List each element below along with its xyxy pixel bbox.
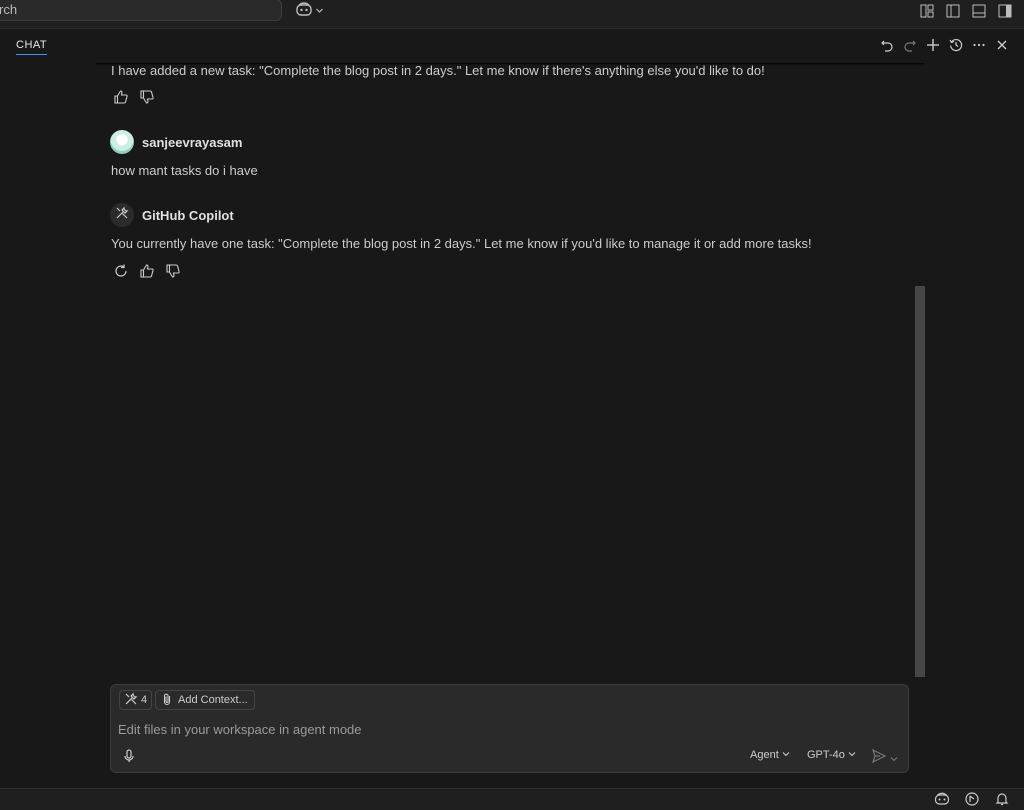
title-bar: rch bbox=[0, 0, 1024, 29]
history-icon[interactable] bbox=[948, 36, 964, 54]
chat-input-box: 4 Add Context... Edit files in your work… bbox=[110, 684, 909, 773]
scrollbar[interactable] bbox=[915, 286, 925, 677]
send-button[interactable] bbox=[871, 748, 898, 769]
mode-label: Agent bbox=[750, 749, 779, 761]
message-actions bbox=[113, 263, 181, 279]
accounts-sync-icon[interactable] bbox=[964, 791, 980, 807]
tools-button[interactable]: 4 bbox=[119, 690, 153, 710]
customize-layout-icon[interactable] bbox=[918, 3, 936, 19]
copilot-avatar bbox=[110, 203, 134, 227]
chevron-down-icon bbox=[315, 2, 324, 20]
author-name: sanjeevrayasam bbox=[142, 134, 243, 150]
assistant-message-text: I have added a new task: "Complete the b… bbox=[111, 63, 765, 78]
user-message-header: sanjeevrayasam bbox=[110, 130, 242, 154]
model-label: GPT-4o bbox=[807, 749, 845, 761]
tools-icon bbox=[124, 692, 138, 709]
copilot-menu-button[interactable] bbox=[295, 1, 324, 22]
chevron-down-icon bbox=[782, 749, 790, 761]
copilot-icon[interactable] bbox=[934, 791, 950, 807]
bell-icon[interactable] bbox=[994, 791, 1010, 807]
new-chat-icon[interactable] bbox=[925, 36, 941, 54]
command-center-search[interactable]: rch bbox=[0, 0, 282, 21]
add-context-label: Add Context... bbox=[178, 694, 248, 706]
microphone-icon[interactable] bbox=[121, 748, 137, 764]
mode-selector[interactable]: Agent bbox=[750, 749, 790, 761]
chat-header: CHAT bbox=[0, 30, 1024, 64]
thumbs-up-icon[interactable] bbox=[113, 89, 129, 105]
assistant-message-header: GitHub Copilot bbox=[110, 203, 234, 227]
thumbs-up-icon[interactable] bbox=[139, 263, 155, 279]
thumbs-down-icon[interactable] bbox=[139, 89, 155, 105]
model-selector[interactable]: GPT-4o bbox=[807, 749, 856, 761]
undo-icon[interactable] bbox=[879, 36, 895, 54]
thumbs-down-icon[interactable] bbox=[165, 263, 181, 279]
chevron-down-icon bbox=[848, 749, 856, 761]
redo-icon[interactable] bbox=[902, 36, 918, 54]
chat-input-placeholder[interactable]: Edit files in your workspace in agent mo… bbox=[118, 722, 362, 737]
status-bar bbox=[0, 788, 1024, 810]
search-text: rch bbox=[0, 2, 18, 17]
tab-chat[interactable]: CHAT bbox=[16, 39, 48, 55]
toggle-primary-sidebar-icon[interactable] bbox=[944, 3, 962, 19]
toggle-secondary-sidebar-icon[interactable] bbox=[996, 3, 1014, 19]
assistant-message-text: You currently have one task: "Complete t… bbox=[111, 236, 812, 251]
user-message-text: how mant tasks do i have bbox=[111, 163, 258, 178]
chevron-down-icon bbox=[890, 750, 898, 768]
tools-icon bbox=[115, 206, 129, 225]
send-icon bbox=[871, 748, 887, 769]
retry-icon[interactable] bbox=[113, 263, 129, 279]
author-name: GitHub Copilot bbox=[142, 207, 234, 223]
avatar bbox=[110, 130, 134, 154]
close-icon[interactable] bbox=[994, 36, 1010, 54]
copilot-icon bbox=[295, 1, 313, 22]
toggle-panel-icon[interactable] bbox=[970, 3, 988, 19]
tools-count: 4 bbox=[141, 694, 148, 706]
paperclip-icon bbox=[162, 692, 172, 709]
message-actions bbox=[113, 89, 155, 105]
add-context-button[interactable]: Add Context... bbox=[155, 690, 255, 710]
more-icon[interactable] bbox=[971, 36, 987, 54]
